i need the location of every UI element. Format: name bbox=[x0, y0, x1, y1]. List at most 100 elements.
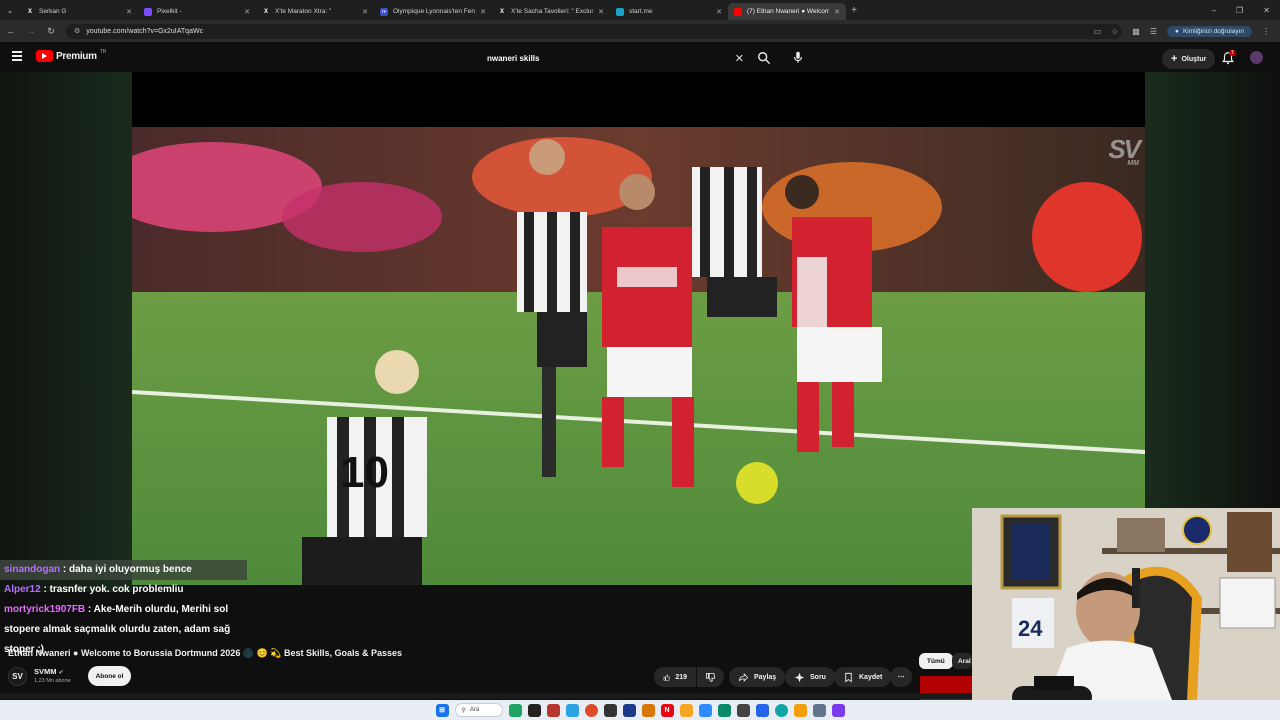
app-icon[interactable] bbox=[641, 703, 655, 717]
startme-icon bbox=[616, 7, 624, 16]
verified-icon: ✔ bbox=[58, 670, 64, 676]
close-icon[interactable]: ✕ bbox=[244, 8, 250, 16]
settings-icon[interactable] bbox=[812, 703, 826, 717]
app-icon[interactable] bbox=[603, 703, 617, 717]
address-bar: ← → ↻ ⚙ youtube.com/watch?v=Gx2uIATqaWc … bbox=[0, 20, 1280, 42]
close-icon[interactable]: ✕ bbox=[480, 8, 486, 16]
browser-tab-active[interactable]: (7) Ethan Nwaneri ● Welcome ✕ bbox=[728, 3, 846, 20]
close-icon[interactable]: ✕ bbox=[716, 8, 722, 16]
bookmark-icon bbox=[845, 672, 852, 683]
close-window-icon[interactable]: ✕ bbox=[1263, 6, 1270, 15]
thumbs-up-icon bbox=[663, 673, 670, 681]
zoom-icon[interactable] bbox=[698, 703, 712, 717]
youtube-logo[interactable]: Premium TR bbox=[36, 49, 107, 62]
svg-text:10: 10 bbox=[340, 448, 389, 497]
media-icon[interactable]: ☰ bbox=[1150, 27, 1157, 36]
menu-dots-icon[interactable]: ⋮ bbox=[1262, 27, 1270, 36]
chip-related[interactable]: Aral bbox=[952, 653, 972, 669]
windows-start-icon[interactable]: ⊞ bbox=[435, 703, 449, 717]
close-icon[interactable]: ✕ bbox=[126, 8, 132, 16]
browser-tab[interactable]: start.me ✕ bbox=[610, 3, 728, 20]
minimize-icon[interactable]: – bbox=[1212, 6, 1216, 15]
close-icon[interactable]: ✕ bbox=[598, 8, 604, 16]
windows-taskbar: ⊞ ⚲ Ara N bbox=[0, 700, 1280, 720]
ambient-glow-left bbox=[0, 72, 132, 592]
youtube-header: Premium TR nwaneri skills ✕ + Oluştur 7 bbox=[0, 42, 1280, 72]
app-icon[interactable] bbox=[508, 703, 522, 717]
extensions-icon[interactable]: ▩ bbox=[1132, 27, 1140, 36]
app-icon[interactable] bbox=[527, 703, 541, 717]
bookmark-star-icon[interactable]: ☆ bbox=[1111, 27, 1118, 36]
clear-search-icon[interactable]: ✕ bbox=[735, 52, 750, 65]
window-controls: – ❐ ✕ bbox=[1212, 6, 1280, 15]
netflix-icon[interactable]: N bbox=[660, 703, 674, 717]
tab-title: X'te Sacha Tavolieri: " Exclus bbox=[511, 8, 594, 15]
install-icon[interactable]: ▭ bbox=[1094, 27, 1102, 36]
hamburger-menu-icon[interactable] bbox=[12, 51, 22, 61]
url-field[interactable]: ⚙ youtube.com/watch?v=Gx2uIATqaWc ▭ ☆ bbox=[66, 23, 1123, 39]
tab-search-icon[interactable]: ⌄ bbox=[0, 0, 20, 20]
ask-button[interactable]: Soru bbox=[785, 667, 835, 687]
chrome-icon[interactable] bbox=[584, 703, 598, 717]
save-button[interactable]: Kaydet bbox=[834, 667, 892, 687]
back-icon[interactable]: ← bbox=[6, 26, 16, 36]
file-explorer-icon[interactable] bbox=[793, 703, 807, 717]
tab-title: Pixelkit - bbox=[157, 8, 182, 15]
new-tab-button[interactable]: + bbox=[846, 5, 862, 16]
x-icon: X bbox=[263, 8, 268, 15]
close-icon[interactable]: ✕ bbox=[834, 8, 840, 16]
browser-tab[interactable]: X X'te Sacha Tavolieri: " Exclus ✕ bbox=[492, 3, 610, 20]
browser-tab[interactable]: X Serkan G ✕ bbox=[20, 3, 138, 20]
browser-tab[interactable]: X X'te Maraton Xtra: " ✕ bbox=[256, 3, 374, 20]
chip-all[interactable]: Tümü bbox=[919, 653, 953, 669]
create-button[interactable]: + Oluştur bbox=[1162, 49, 1216, 69]
channel-name-text: SVMM bbox=[34, 667, 57, 676]
share-icon bbox=[738, 672, 749, 682]
edge-icon[interactable] bbox=[774, 703, 788, 717]
search-icon[interactable] bbox=[757, 51, 771, 65]
browser-tab[interactable]: Pixelkit - ✕ bbox=[138, 3, 256, 20]
account-avatar[interactable] bbox=[1250, 51, 1263, 64]
microphone-icon[interactable] bbox=[791, 50, 805, 64]
like-button[interactable]: 219 bbox=[654, 667, 696, 687]
more-actions-button[interactable]: ⋯ bbox=[890, 667, 912, 687]
app-icon[interactable] bbox=[717, 703, 731, 717]
region-code: TR bbox=[99, 49, 107, 55]
close-icon[interactable]: ✕ bbox=[362, 8, 368, 16]
telegram-icon[interactable] bbox=[565, 703, 579, 717]
share-button[interactable]: Paylaş bbox=[729, 667, 786, 687]
pixelkit-icon bbox=[144, 7, 152, 16]
horizontal-scrollbar[interactable] bbox=[0, 693, 972, 699]
forward-icon[interactable]: → bbox=[26, 26, 36, 36]
svg-text:24: 24 bbox=[1018, 616, 1043, 641]
search-input[interactable]: nwaneri skills ✕ bbox=[480, 49, 750, 68]
chat-text: daha iyi oluyormuş bence bbox=[69, 564, 192, 575]
app-icon[interactable] bbox=[755, 703, 769, 717]
chat-message: sinandogan : daha iyi oluyormuş bence bbox=[0, 560, 247, 580]
app-icon[interactable] bbox=[546, 703, 560, 717]
profile-label: Kimliğinizi doğrulayın bbox=[1182, 27, 1244, 35]
site-info-icon[interactable]: ⚙ bbox=[74, 27, 80, 35]
video-title: Ethan Nwaneri ● Welcome to Borussia Dort… bbox=[8, 648, 403, 658]
channel-avatar[interactable]: SV bbox=[8, 667, 27, 686]
url-text: youtube.com/watch?v=Gx2uIATqaWc bbox=[86, 27, 204, 35]
stream-chat-overlay: sinandogan : daha iyi oluyormuş bence Al… bbox=[0, 560, 260, 660]
profile-icon: ● bbox=[1175, 27, 1179, 35]
app-icon[interactable] bbox=[736, 703, 750, 717]
dislike-button[interactable] bbox=[697, 667, 724, 687]
subscribe-button[interactable]: Abone ol bbox=[88, 666, 131, 686]
x-icon: X bbox=[27, 8, 32, 15]
taskbar-search[interactable]: ⚲ Ara bbox=[454, 703, 503, 717]
webcam-scene: 24 bbox=[972, 508, 1280, 700]
reload-icon[interactable]: ↻ bbox=[46, 26, 56, 37]
profile-chip[interactable]: ● Kimliğinizi doğrulayın bbox=[1167, 25, 1252, 37]
save-label: Kaydet bbox=[859, 673, 883, 681]
app-icon[interactable] bbox=[622, 703, 636, 717]
app-icon[interactable] bbox=[679, 703, 693, 717]
brand-text: Premium bbox=[56, 50, 97, 62]
youtube-play-icon bbox=[36, 50, 53, 62]
channel-name[interactable]: SVMM ✔ bbox=[34, 667, 64, 676]
browser-tab[interactable]: TF Olympique Lyonnais'ten Fenerb ✕ bbox=[374, 3, 492, 20]
app-icon[interactable] bbox=[831, 703, 845, 717]
restore-icon[interactable]: ❐ bbox=[1236, 6, 1243, 15]
